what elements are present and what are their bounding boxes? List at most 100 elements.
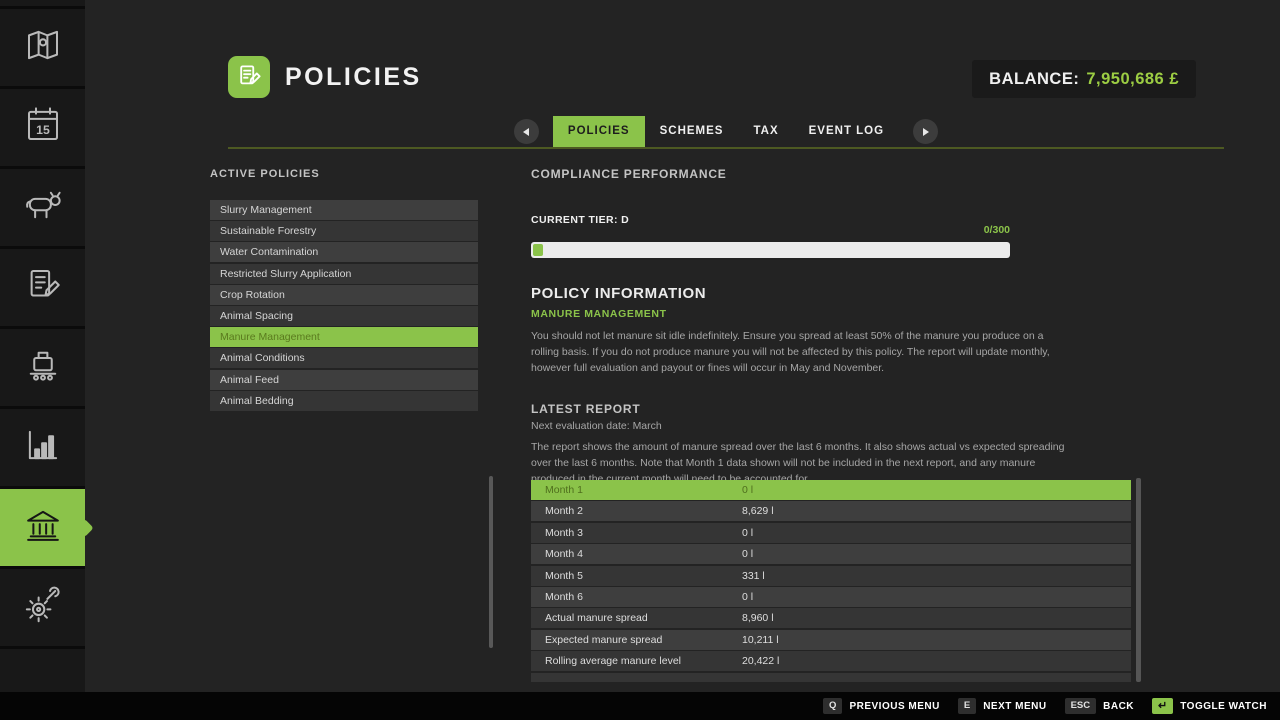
report-row-value: 331 l xyxy=(742,566,1131,586)
sidebar-item-policies[interactable] xyxy=(0,489,85,569)
policy-list-item[interactable]: Animal Conditions xyxy=(210,348,478,368)
report-row: Actual manure spread8,960 l xyxy=(531,608,1131,628)
report-row: Rolling average manure level20,422 l xyxy=(531,651,1131,671)
hotkey-label: BACK xyxy=(1103,701,1134,712)
compliance-progress-fill xyxy=(533,244,543,256)
report-row-label: Month 3 xyxy=(545,523,742,543)
policy-list-item[interactable]: Animal Bedding xyxy=(210,391,478,411)
policy-list-item[interactable]: Slurry Management xyxy=(210,200,478,220)
policy-list-item[interactable]: Water Contamination xyxy=(210,242,478,262)
report-row: Month 60 l xyxy=(531,587,1131,607)
report-row-value: 10,211 l xyxy=(742,630,1131,650)
sidebar-item-production[interactable] xyxy=(0,329,85,409)
construction-icon xyxy=(22,584,64,631)
chevron-right-icon xyxy=(923,128,929,136)
sidebar-item-statistics[interactable] xyxy=(0,409,85,489)
policy-list-item[interactable]: Crop Rotation xyxy=(210,285,478,305)
sidebar-item-animals[interactable] xyxy=(0,169,85,249)
report-table: Month 10 lMonth 28,629 lMonth 30 lMonth … xyxy=(531,480,1131,682)
tabs-next-button[interactable] xyxy=(913,119,938,144)
svg-text:15: 15 xyxy=(36,123,50,137)
next-evaluation-date: Next evaluation date: March xyxy=(531,420,662,432)
report-row-label: Expected manure spread xyxy=(545,630,742,650)
policy-description: You should not let manure sit idle indef… xyxy=(531,329,1072,376)
report-row-label: Month 2 xyxy=(545,501,742,521)
key-badge: E xyxy=(958,698,976,714)
report-row-value: 0 l xyxy=(742,523,1131,543)
compliance-progress-bar xyxy=(531,242,1010,258)
production-icon xyxy=(22,344,64,391)
sidebar-item-map[interactable] xyxy=(0,9,85,89)
report-row-value: 0 l xyxy=(742,544,1131,564)
report-row: Month 30 l xyxy=(531,523,1131,543)
sidebar-top-spacer xyxy=(0,0,85,9)
report-table-scrollbar[interactable] xyxy=(1136,478,1141,682)
report-row-label: Rolling average manure level xyxy=(545,651,742,671)
policy-list-item[interactable]: Restricted Slurry Application xyxy=(210,264,478,284)
tab-tax[interactable]: TAX xyxy=(738,116,793,147)
report-row-label: Month 1 xyxy=(545,480,742,500)
policy-name: MANURE MANAGEMENT xyxy=(531,308,667,320)
enter-key-icon: ↵ xyxy=(1152,698,1173,714)
policy-list-item[interactable]: Sustainable Forestry xyxy=(210,221,478,241)
content-scrollbar[interactable] xyxy=(489,476,493,648)
key-badge: Q xyxy=(823,698,842,714)
tab-policies[interactable]: POLICIES xyxy=(553,116,645,147)
statistics-icon xyxy=(22,424,64,471)
key-badge: ESC xyxy=(1065,698,1097,714)
hotkey-label: PREVIOUS MENU xyxy=(849,701,939,712)
report-row-label: Actual manure spread xyxy=(545,608,742,628)
sidebar-item-contracts[interactable] xyxy=(0,249,85,329)
report-row: Month 5331 l xyxy=(531,566,1131,586)
policy-information-title: POLICY INFORMATION xyxy=(531,285,706,302)
hotkey-back[interactable]: ESC BACK xyxy=(1065,698,1134,714)
hotkey-next-menu[interactable]: E NEXT MENU xyxy=(958,698,1047,714)
page-title: POLICIES xyxy=(285,63,422,92)
tab-underline xyxy=(228,147,1224,149)
contracts-icon xyxy=(22,264,64,311)
policies-screen: 15 POLICIES BALANCE: 7,950,686 £ POLICIE… xyxy=(0,0,1280,720)
report-row-value: 0 l xyxy=(742,480,1131,500)
hotkey-previous-menu[interactable]: Q PREVIOUS MENU xyxy=(823,698,940,714)
report-row-value: 0 l xyxy=(742,587,1131,607)
map-icon xyxy=(22,24,64,71)
report-row-label: Month 6 xyxy=(545,587,742,607)
report-row-partial xyxy=(531,673,1131,682)
report-row-label: Month 4 xyxy=(545,544,742,564)
compliance-score: 0/300 xyxy=(531,224,1010,236)
hotkey-label: NEXT MENU xyxy=(983,701,1046,712)
policy-list-item[interactable]: Animal Feed xyxy=(210,370,478,390)
tab-bar: POLICIESSCHEMESTAXEVENT LOG xyxy=(228,116,1224,147)
calendar-icon: 15 xyxy=(22,104,64,151)
balance-value: 7,950,686 £ xyxy=(1086,70,1179,89)
compliance-title: COMPLIANCE PERFORMANCE xyxy=(531,167,727,181)
report-row-label: Month 5 xyxy=(545,566,742,586)
report-row: Month 40 l xyxy=(531,544,1131,564)
hotkey-label: TOGGLE WATCH xyxy=(1180,701,1267,712)
sidebar: 15 xyxy=(0,0,85,692)
report-row-value: 20,422 l xyxy=(742,651,1131,671)
balance-label: BALANCE: xyxy=(989,70,1079,89)
report-row: Expected manure spread10,211 l xyxy=(531,630,1131,650)
active-policies-list: Slurry ManagementSustainable ForestryWat… xyxy=(210,200,478,412)
bottom-hotkey-bar: Q PREVIOUS MENU E NEXT MENU ESC BACK ↵ TOGGLE W… xyxy=(0,692,1280,720)
policies-icon xyxy=(22,504,64,551)
report-row-value: 8,629 l xyxy=(742,501,1131,521)
hotkey-toggle-watch[interactable]: ↵ TOGGLE WATCH xyxy=(1152,698,1267,714)
sidebar-item-construction[interactable] xyxy=(0,569,85,649)
report-row: Month 10 l xyxy=(531,480,1131,500)
policies-page-icon xyxy=(228,56,270,98)
tabs: POLICIESSCHEMESTAXEVENT LOG xyxy=(553,116,899,147)
policy-list-item[interactable]: Animal Spacing xyxy=(210,306,478,326)
balance-display: BALANCE: 7,950,686 £ xyxy=(972,60,1196,98)
tabs-prev-button[interactable] xyxy=(514,119,539,144)
tab-schemes[interactable]: SCHEMES xyxy=(645,116,739,147)
tab-event-log[interactable]: EVENT LOG xyxy=(794,116,899,147)
policy-list-item[interactable]: Manure Management xyxy=(210,327,478,347)
sidebar-item-calendar[interactable]: 15 xyxy=(0,89,85,169)
chevron-left-icon xyxy=(523,128,529,136)
report-row: Month 28,629 l xyxy=(531,501,1131,521)
report-row-value: 8,960 l xyxy=(742,608,1131,628)
active-policies-title: ACTIVE POLICIES xyxy=(210,168,320,180)
animals-icon xyxy=(22,184,64,231)
